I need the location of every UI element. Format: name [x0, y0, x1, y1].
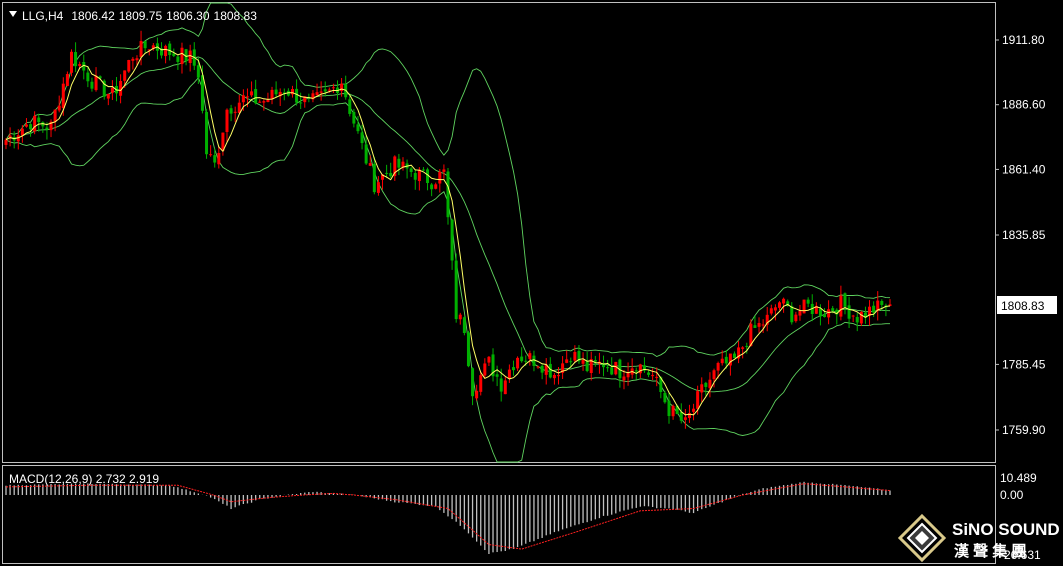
macd-title: MACD(12,26,9) 2.732 2.919 — [9, 472, 159, 486]
svg-text:SiNO SOUND: SiNO SOUND — [952, 520, 1060, 539]
current-price-label: 1808.83 — [1001, 299, 1045, 313]
price-tick-label: 1785.45 — [1002, 357, 1046, 371]
candle — [462, 316, 466, 336]
price-tick-label: 1861.40 — [1002, 162, 1046, 176]
trading-chart[interactable]: LLG,H4 1806.42 1809.75 1806.30 1808.83 1911.… — [0, 0, 1063, 566]
candle — [69, 49, 73, 77]
macd-tick-label: 10.489 — [1000, 471, 1037, 485]
price-tick-label: 1835.85 — [1002, 228, 1046, 242]
price-tick-label: 1911.80 — [1002, 33, 1045, 47]
svg-text:漢 聲 集 團: 漢 聲 集 團 — [954, 542, 1027, 560]
price-tick-label: 1759.90 — [1002, 423, 1046, 437]
chart-title: LLG,H4 1806.42 1809.75 1806.30 1808.83 — [22, 9, 257, 23]
candle — [205, 108, 209, 159]
candle — [454, 253, 458, 323]
candle — [614, 361, 618, 376]
candle — [127, 59, 131, 73]
price-tick-label: 1886.60 — [1002, 98, 1046, 112]
current-price-marker: 1808.83 — [997, 296, 1057, 314]
macd-tick-label: 0.00 — [1000, 488, 1024, 502]
candle — [446, 168, 450, 225]
background — [0, 0, 1063, 566]
candle — [466, 330, 470, 368]
candle — [802, 299, 806, 314]
